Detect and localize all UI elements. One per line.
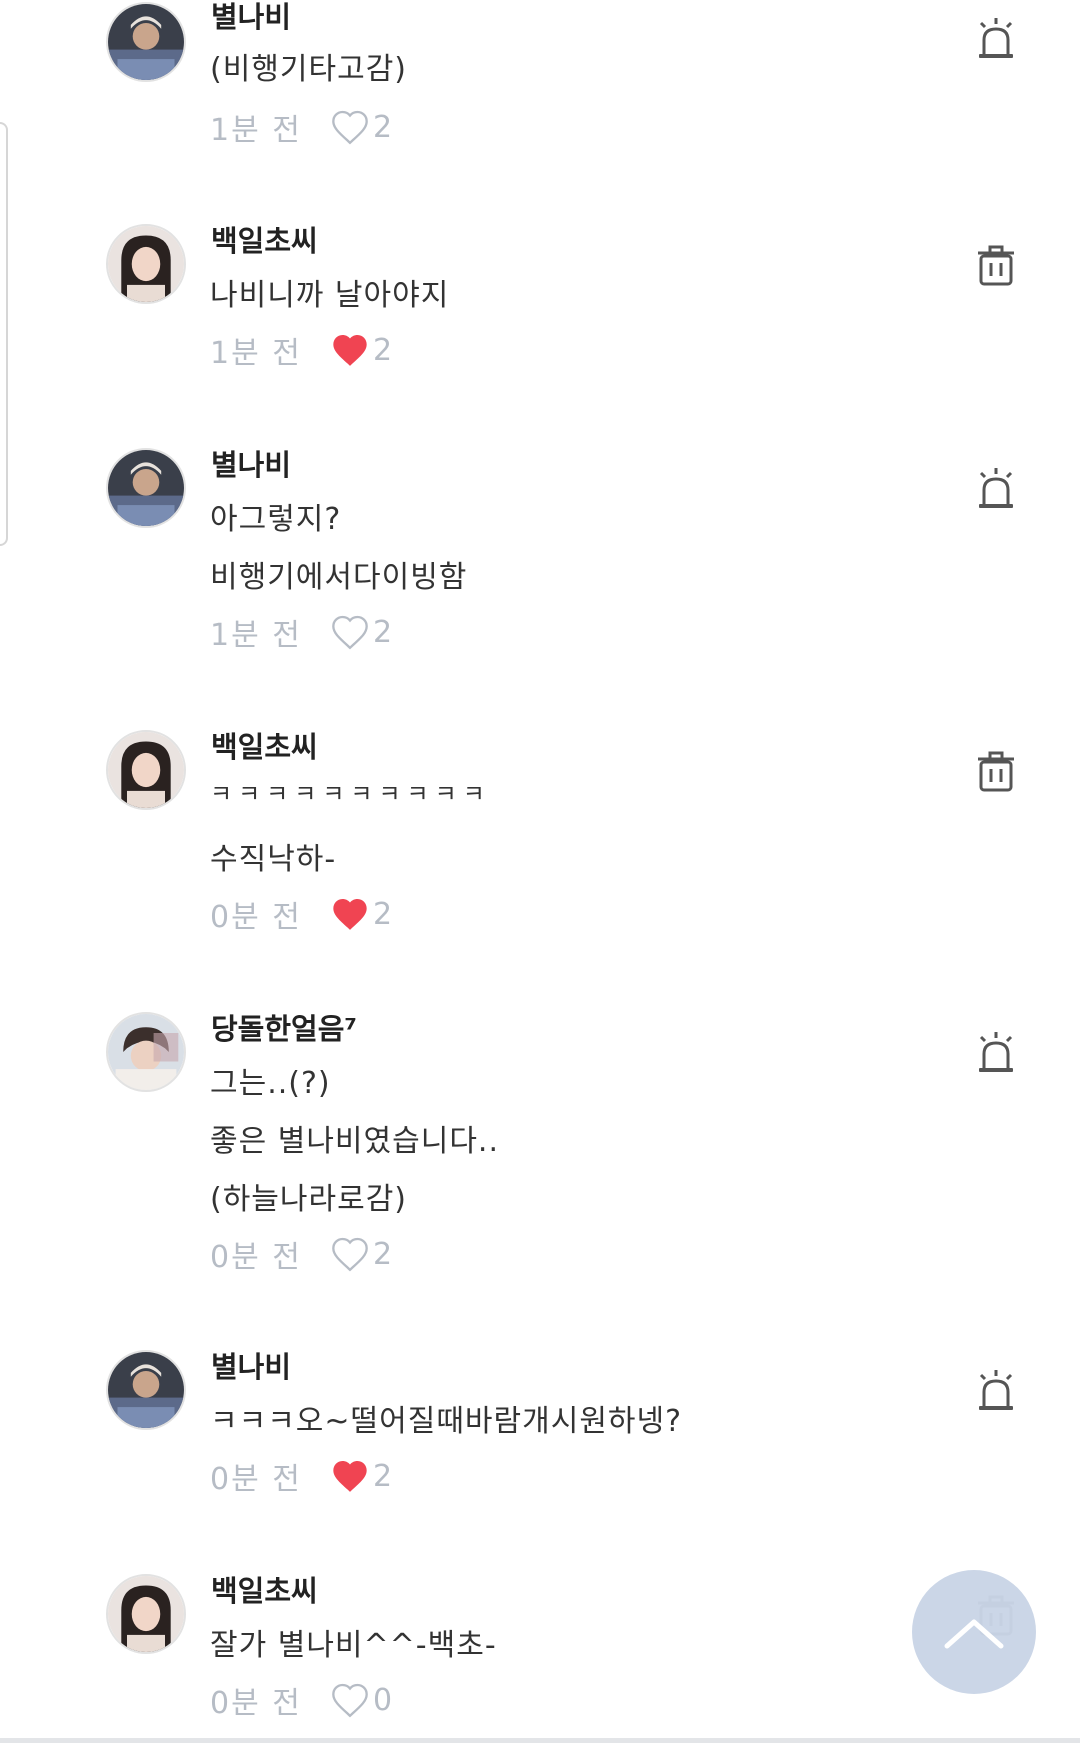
- avatar[interactable]: [106, 730, 186, 810]
- comment-time: 1분 전: [210, 113, 302, 148]
- avatar[interactable]: [106, 1574, 186, 1654]
- comment-text-line: (비행기타고감): [210, 52, 408, 87]
- comment-time: 0분 전: [210, 1462, 302, 1497]
- comment-text-line: 나비니까 날아야지: [210, 278, 450, 313]
- comment-time: 1분 전: [210, 336, 302, 371]
- avatar[interactable]: [106, 1012, 186, 1092]
- scroll-to-top-button[interactable]: [912, 1570, 1036, 1694]
- report-icon[interactable]: [975, 1030, 1017, 1076]
- comment-meta: 1분 전 2: [210, 612, 393, 654]
- side-drawer-handle[interactable]: [0, 122, 8, 546]
- avatar[interactable]: [106, 448, 186, 528]
- report-icon[interactable]: [975, 466, 1017, 512]
- comment-username[interactable]: 당돌한얼음⁷: [211, 1006, 357, 1048]
- like-count: 2: [373, 1236, 393, 1272]
- avatar[interactable]: [106, 1350, 186, 1430]
- comment-text-line: 아그렇지?: [210, 502, 342, 537]
- comment-text-line: ㅋㅋㅋ오~떨어질때바람개시원하넹?: [210, 1404, 683, 1439]
- like-count: 2: [373, 896, 393, 932]
- comment-time: 0분 전: [210, 1240, 302, 1275]
- comment-username[interactable]: 백일초씨: [211, 1568, 318, 1610]
- comment-time: 0분 전: [210, 1686, 302, 1721]
- comment-text-line: 잘가 별나비^^-백초-: [210, 1628, 497, 1663]
- heart-filled-icon[interactable]: [330, 331, 370, 369]
- comment-text-line: 좋은 별나비였습니다..: [210, 1124, 500, 1159]
- report-icon[interactable]: [975, 16, 1017, 62]
- heart-filled-icon[interactable]: [330, 1457, 370, 1495]
- heart-filled-icon[interactable]: [330, 895, 370, 933]
- trash-icon[interactable]: [975, 242, 1017, 288]
- comment-meta: 1분 전 2: [210, 107, 393, 149]
- comment-username[interactable]: 별나비: [211, 0, 291, 36]
- comment-text-line: (하늘나라로감): [210, 1182, 408, 1217]
- comment-time: 1분 전: [210, 618, 302, 653]
- comment-meta: 0분 전 2: [210, 894, 393, 936]
- avatar[interactable]: [106, 2, 186, 82]
- comment-meta: 0분 전 2: [210, 1456, 393, 1498]
- heart-outline-icon[interactable]: [330, 613, 370, 651]
- comment-username[interactable]: 백일초씨: [211, 218, 318, 260]
- comment-username[interactable]: 별나비: [211, 1344, 291, 1386]
- heart-outline-icon[interactable]: [330, 1681, 370, 1719]
- comment-text-line: 그는..(?): [210, 1066, 331, 1101]
- comment-meta: 1분 전 2: [210, 330, 393, 372]
- like-count: 2: [373, 332, 393, 368]
- comment-time: 0분 전: [210, 900, 302, 935]
- trash-icon[interactable]: [975, 748, 1017, 794]
- comment-username[interactable]: 별나비: [211, 442, 291, 484]
- like-count: 0: [373, 1682, 393, 1718]
- chevron-up-icon: [944, 1619, 1004, 1649]
- bottom-divider: [0, 1738, 1080, 1743]
- avatar[interactable]: [106, 224, 186, 304]
- like-count: 2: [373, 614, 393, 650]
- comment-text-line: ㅋㅋㅋㅋㅋㅋㅋㅋㅋㅋ: [210, 780, 491, 808]
- comment-username[interactable]: 백일초씨: [211, 724, 318, 766]
- comment-text-line: 비행기에서다이빙함: [210, 560, 468, 595]
- like-count: 2: [373, 1458, 393, 1494]
- heart-outline-icon[interactable]: [330, 108, 370, 146]
- comment-text-line: 수직낙하-: [210, 842, 337, 877]
- comment-meta: 0분 전 2: [210, 1234, 393, 1276]
- comment-meta: 0분 전 0: [210, 1680, 393, 1722]
- report-icon[interactable]: [975, 1368, 1017, 1414]
- heart-outline-icon[interactable]: [330, 1235, 370, 1273]
- like-count: 2: [373, 109, 393, 145]
